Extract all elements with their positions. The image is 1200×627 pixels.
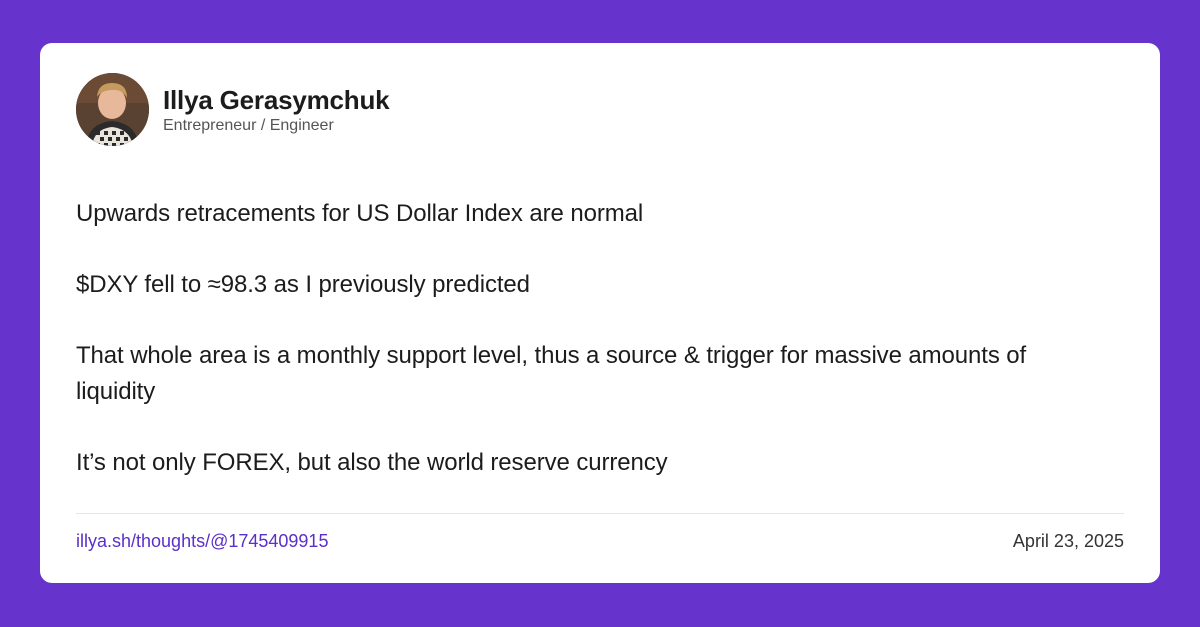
avatar[interactable]	[76, 73, 149, 146]
post-date: April 23, 2025	[1012, 531, 1124, 551]
post-card: Illya Gerasymchuk Entrepreneur / Enginee…	[40, 43, 1160, 583]
author-header: Illya Gerasymchuk Entrepreneur / Enginee…	[76, 73, 390, 146]
post-paragraph: $DXY fell to ≈98.3 as I previously predi…	[76, 271, 530, 298]
post-paragraph: It’s not only FOREX, but also the world …	[76, 449, 668, 476]
post-body: Upwards retracements for US Dollar Index…	[76, 196, 1096, 516]
author-name[interactable]: Illya Gerasymchuk	[163, 84, 390, 116]
footer-divider	[76, 513, 1124, 514]
post-paragraph: Upwards retracements for US Dollar Index…	[76, 200, 644, 227]
author-title: Entrepreneur / Engineer	[163, 116, 334, 134]
post-permalink[interactable]: illya.sh/thoughts/@1745409915	[76, 529, 328, 553]
author-info: Illya Gerasymchuk Entrepreneur / Enginee…	[163, 84, 390, 136]
post-paragraph: That whole area is a monthly support lev…	[76, 342, 1027, 405]
avatar-photo-icon	[76, 73, 149, 146]
